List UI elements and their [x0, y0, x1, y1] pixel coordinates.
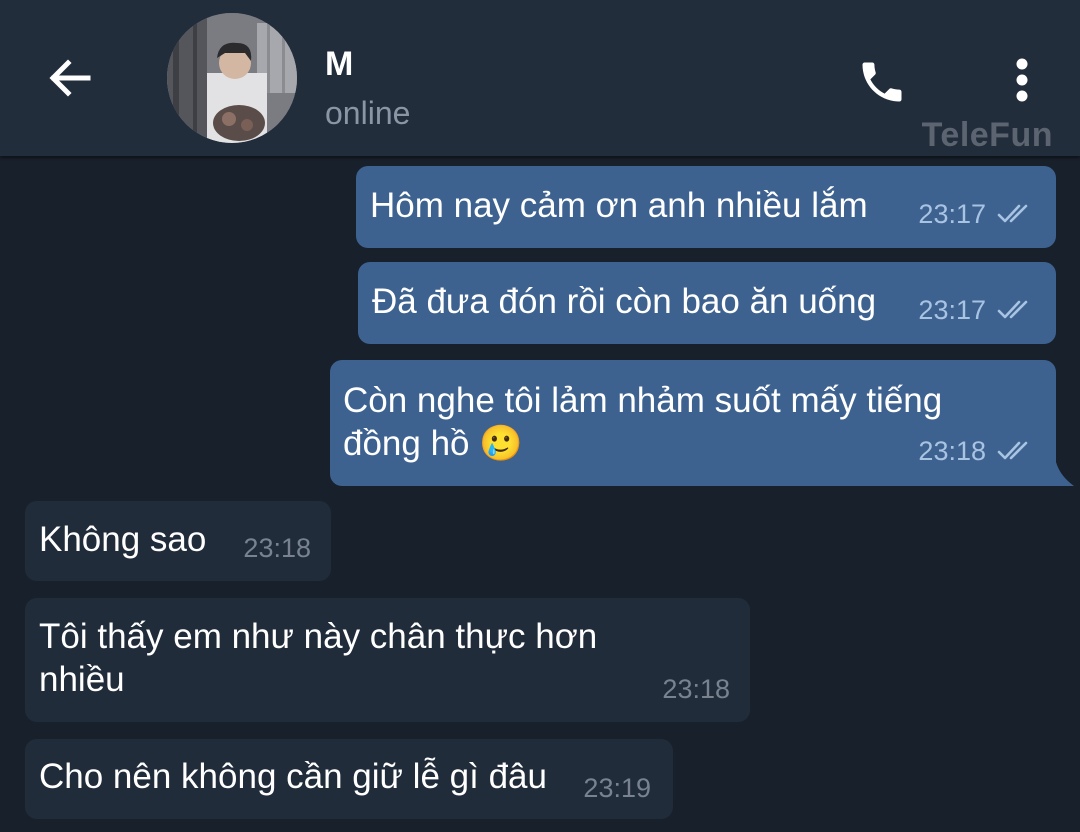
outgoing-message[interactable]: Còn nghe tôi lảm nhảm suốt mấy tiếng đồn… [330, 360, 1056, 486]
message-time: 23:18 [243, 533, 311, 563]
message-time: 23:18 [662, 674, 730, 704]
contact-status: online [325, 95, 411, 131]
message-time: 23:18 [918, 436, 986, 466]
message-meta: 23:18 [243, 533, 311, 563]
incoming-message[interactable]: Tôi thấy em như này chân thực hơn nhiều … [25, 598, 750, 722]
incoming-message[interactable]: Cho nên không cần giữ lễ gì đâu 23:19 [25, 739, 673, 819]
outgoing-message[interactable]: Đã đưa đón rồi còn bao ăn uống 23:17 [358, 262, 1056, 344]
message-text: Không sao [39, 520, 207, 559]
message-time: 23:17 [918, 295, 986, 325]
more-options-button[interactable] [996, 50, 1048, 110]
call-button[interactable] [850, 50, 914, 114]
double-check-icon [997, 441, 1028, 460]
watermark: TeleFun [921, 116, 1053, 154]
outgoing-message[interactable]: Hôm nay cảm ơn anh nhiều lắm 23:17 [356, 166, 1056, 248]
message-meta: 23:18 [662, 674, 730, 704]
incoming-message[interactable]: Không sao 23:18 [25, 501, 331, 581]
message-text: Hôm nay cảm ơn anh nhiều lắm [370, 186, 868, 225]
message-time: 23:17 [918, 199, 986, 229]
chat-header: M online TeleFun [0, 0, 1080, 156]
contact-avatar-photo [167, 13, 297, 143]
back-button[interactable] [40, 48, 100, 108]
message-list[interactable]: Hôm nay cảm ơn anh nhiều lắm 23:17 Đã đư… [0, 156, 1080, 832]
message-text: Đã đưa đón rồi còn bao ăn uống [372, 282, 877, 321]
contact-name[interactable]: M [325, 45, 353, 84]
message-text: nhiều [39, 660, 125, 699]
message-meta: 23:19 [583, 773, 651, 803]
avatar[interactable] [167, 13, 297, 143]
bubble-tail [1056, 462, 1074, 486]
message-text: Tôi thấy em như này chân thực hơn [39, 617, 598, 656]
message-text: đồng hồ 🥲 [343, 424, 523, 463]
double-check-icon [997, 204, 1028, 223]
message-time: 23:19 [583, 773, 651, 803]
more-vertical-icon [1016, 58, 1028, 102]
message-meta: 23:18 [918, 436, 1034, 466]
message-text: Còn nghe tôi lảm nhảm suốt mấy tiếng [343, 381, 943, 420]
double-check-icon [997, 300, 1028, 319]
message-meta: 23:17 [918, 199, 1034, 229]
phone-icon [862, 62, 902, 102]
message-meta: 23:17 [918, 295, 1034, 325]
arrow-left-icon [49, 59, 91, 97]
message-text: Cho nên không cần giữ lễ gì đâu [39, 757, 547, 796]
